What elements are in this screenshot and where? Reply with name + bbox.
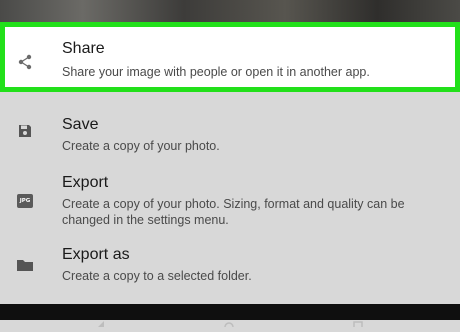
export-as-title: Export as xyxy=(62,246,130,263)
export-title: Export xyxy=(62,174,109,191)
menu-item-export[interactable]: JPG Export Create a copy of your photo. … xyxy=(0,174,460,238)
menu-item-share[interactable]: Share Share your image with people or op… xyxy=(0,22,460,92)
save-icon xyxy=(16,122,34,140)
recents-icon[interactable] xyxy=(352,314,364,331)
folder-icon xyxy=(16,256,34,274)
menu-item-save[interactable]: Save Create a copy of your photo. xyxy=(0,116,460,162)
share-icon xyxy=(16,53,34,71)
jpg-file-icon: JPG xyxy=(16,192,34,210)
share-sheet: Share Share your image with people or op… xyxy=(0,22,460,304)
export-as-description: Create a copy to a selected folder. xyxy=(62,269,252,283)
back-icon[interactable] xyxy=(96,314,108,327)
jpg-badge: JPG xyxy=(17,194,33,208)
export-description: Create a copy of your photo. Sizing, for… xyxy=(62,197,405,227)
menu-item-export-as[interactable]: Export as Create a copy to a selected fo… xyxy=(0,246,460,294)
save-title: Save xyxy=(62,116,99,133)
home-icon[interactable] xyxy=(223,314,235,332)
system-navigation-bar xyxy=(0,304,460,332)
share-title: Share xyxy=(62,40,105,57)
share-description: Share your image with people or open it … xyxy=(62,65,370,79)
save-description: Create a copy of your photo. xyxy=(62,139,220,153)
